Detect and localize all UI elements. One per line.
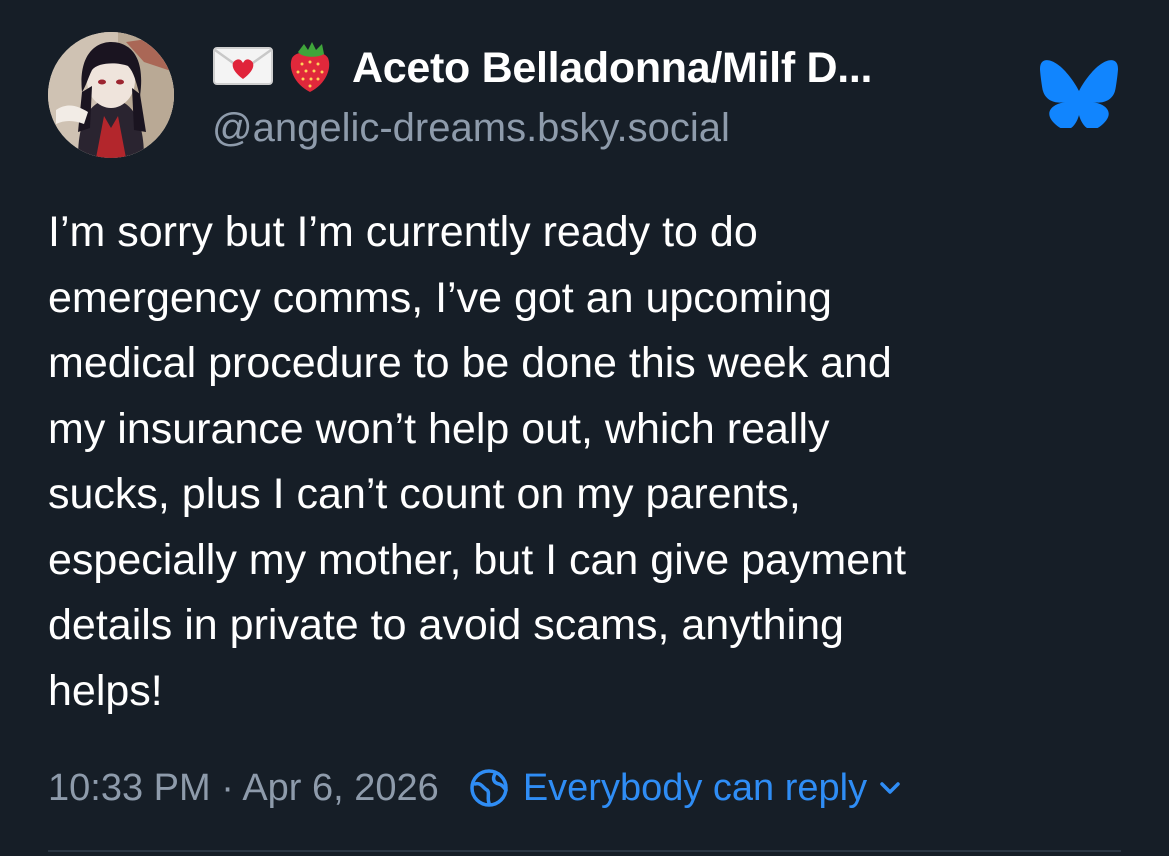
globe-icon xyxy=(469,768,509,808)
bluesky-butterfly-icon[interactable] xyxy=(1040,60,1118,130)
avatar[interactable] xyxy=(48,32,174,158)
post-body: I’m sorry but I’m currently ready to do … xyxy=(48,200,1138,724)
strawberry-icon xyxy=(284,38,336,99)
post-text-line: details in private to avoid scams, anyth… xyxy=(48,601,844,649)
post-text-line: I’m sorry but I’m currently ready to do xyxy=(48,208,758,256)
author-name-row[interactable]: Aceto Belladonna/Milf D... xyxy=(212,38,873,99)
reply-setting-label: Everybody can reply xyxy=(522,766,868,809)
post-text-line: medical procedure to be done this week a… xyxy=(48,339,892,387)
post-text-line: especially my mother, but I can give pay… xyxy=(48,535,907,584)
love-letter-icon xyxy=(212,44,274,93)
post-meta-row: 10:33 PM · Apr 6, 2026 Everybody can rep… xyxy=(48,762,901,814)
post-text-line: emergency comms, I’ve got an upcoming xyxy=(48,273,832,322)
post-text-line: helps! xyxy=(48,666,163,715)
chevron-down-icon xyxy=(879,781,901,795)
author-display-name[interactable]: Aceto Belladonna/Milf D... xyxy=(352,44,873,93)
post-timestamp: 10:33 PM · Apr 6, 2026 xyxy=(48,766,439,809)
divider xyxy=(48,850,1121,852)
author-handle[interactable]: @angelic-dreams.bsky.social xyxy=(212,106,730,151)
post-text-line: my insurance won’t help out, which reall… xyxy=(48,404,830,453)
reply-setting-button[interactable]: Everybody can reply xyxy=(469,767,901,810)
post-text-line: sucks, plus I can’t count on my parents, xyxy=(48,470,801,518)
post-container: Aceto Belladonna/Milf D... @angelic-drea… xyxy=(0,0,1169,856)
